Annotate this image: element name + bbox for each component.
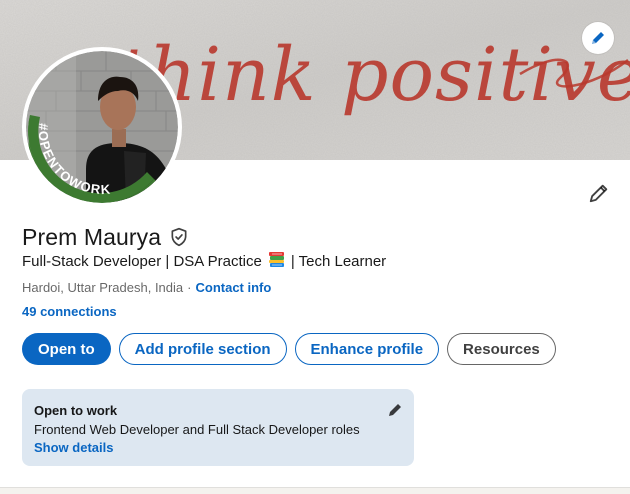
profile-card: think positive #OPENTOWORK Prem Maurya F…	[0, 0, 630, 488]
profile-actions: Open to Add profile section Enhance prof…	[22, 333, 556, 365]
open-to-work-description: Frontend Web Developer and Full Stack De…	[34, 421, 360, 437]
name-row: Prem Maurya	[22, 222, 189, 252]
pencil-icon	[589, 184, 608, 203]
avatar[interactable]: #OPENTOWORK	[22, 47, 182, 207]
open-to-button[interactable]: Open to	[22, 333, 111, 365]
edit-open-to-work-button[interactable]	[384, 399, 406, 421]
location-text: Hardoi, Uttar Pradesh, India	[22, 279, 184, 295]
add-profile-section-button[interactable]: Add profile section	[118, 333, 287, 365]
headline-text: Full-Stack Developer | DSA Practice	[22, 252, 262, 270]
avatar-photo: #OPENTOWORK	[26, 51, 178, 203]
profile-headline: Full-Stack Developer | DSA Practice | Te…	[22, 251, 386, 271]
show-details-link[interactable]: Show details	[34, 438, 402, 456]
enhance-profile-button[interactable]: Enhance profile	[294, 333, 440, 365]
pencil-icon	[389, 404, 401, 416]
open-to-work-title: Open to work	[34, 402, 118, 418]
contact-info-link[interactable]: Contact info	[195, 280, 271, 295]
connections-link[interactable]: 49 connections	[22, 304, 117, 322]
pencil-icon	[592, 32, 604, 44]
cover-text: think positive	[118, 32, 630, 118]
separator-dot: ·	[187, 279, 192, 295]
profile-name: Prem Maurya	[22, 223, 162, 250]
open-to-work-card: Open to work Frontend Web Developer and …	[22, 389, 414, 466]
verified-shield-icon[interactable]	[169, 227, 189, 247]
location-row: Hardoi, Uttar Pradesh, India · Contact i…	[22, 278, 271, 296]
headline-text-2: | Tech Learner	[290, 252, 387, 270]
edit-intro-button[interactable]	[584, 178, 614, 208]
resources-button[interactable]: Resources	[447, 333, 556, 365]
books-icon	[268, 251, 285, 272]
edit-cover-button[interactable]	[582, 22, 614, 54]
